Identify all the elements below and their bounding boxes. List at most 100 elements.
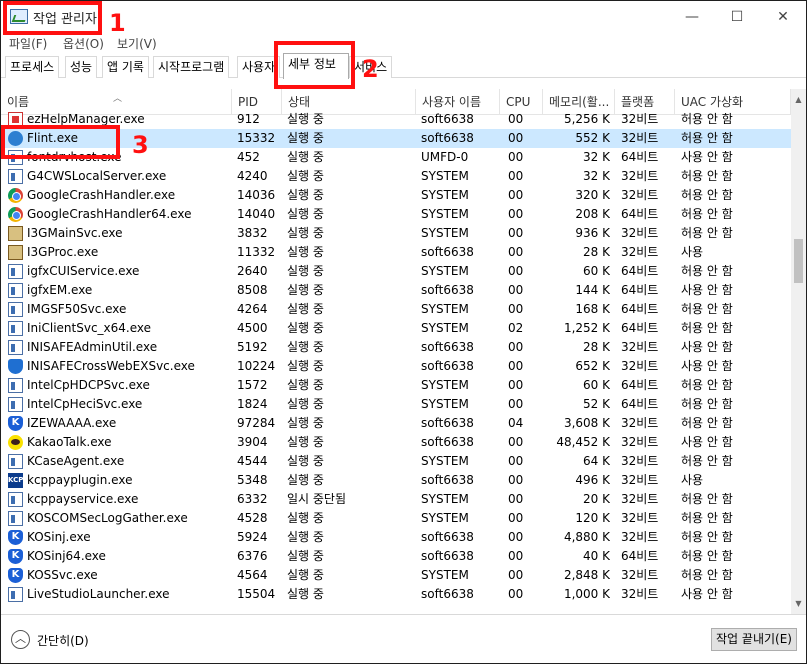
- cell-pid: 97284: [237, 416, 276, 430]
- tab-processes[interactable]: 프로세스: [5, 56, 60, 78]
- cell-cpu: 00: [508, 511, 524, 525]
- vertical-scrollbar[interactable]: ▲ ▼: [791, 89, 806, 614]
- cell-memory: 32 K: [583, 150, 610, 164]
- cell-cpu: 00: [508, 302, 524, 316]
- table-row[interactable]: KCP kcppayplugin.exe 5348 실행 중 soft6638 00 496…: [1, 471, 791, 490]
- cell-pid: 5348: [237, 473, 268, 487]
- cell-name: IntelCpHeciSvc.exe: [27, 397, 143, 411]
- cell-cpu: 00: [508, 492, 524, 506]
- cell-memory: 1,000 K: [563, 587, 610, 601]
- table-row[interactable]: I3GProc.exe 11332 실행 중 soft6638 00 28 K 32비트 사용: [1, 243, 791, 262]
- table-row[interactable]: KOSCOMSecLogGather.exe 4528 실행 중 SYSTEM 00 12…: [1, 509, 791, 528]
- menu-view[interactable]: 보기(V): [117, 35, 157, 52]
- cell-uac: 허용 안 함: [681, 131, 733, 145]
- cell-cpu: 00: [508, 340, 524, 354]
- cell-memory: 144 K: [575, 283, 610, 297]
- table-row[interactable]: G4CWSLocalServer.exe 4240 실행 중 SYSTEM 00 32 K…: [1, 167, 791, 186]
- menu-options[interactable]: 옵션(O): [63, 35, 104, 52]
- collapse-chevron-icon[interactable]: ︿: [11, 630, 30, 649]
- cell-uac: 사용: [681, 473, 704, 487]
- table-row[interactable]: igfxEM.exe 8508 실행 중 soft6638 00 144 K 64비트 사용 …: [1, 281, 791, 300]
- cell-memory: 320 K: [575, 188, 610, 202]
- cell-uac: 사용: [681, 245, 704, 259]
- cell-memory: 4,880 K: [563, 530, 610, 544]
- end-task-button[interactable]: 작업 끝내기(E): [711, 628, 797, 651]
- table-row[interactable]: IMGSF50Svc.exe 4264 실행 중 SYSTEM 00 168 K 64비트 허…: [1, 300, 791, 319]
- scroll-up-icon[interactable]: ▲: [791, 92, 806, 107]
- cell-pid: 3832: [237, 226, 268, 240]
- table-row[interactable]: IniClientSvc_x64.exe 4500 실행 중 SYSTEM 02 1,25…: [1, 319, 791, 338]
- cell-platform: 32비트: [621, 473, 659, 487]
- table-row[interactable]: K KOSinj.exe 5924 실행 중 soft6638 00 4,880 K 32비트…: [1, 528, 791, 547]
- cell-name: GoogleCrashHandler64.exe: [27, 207, 192, 221]
- exe-icon: [8, 169, 23, 184]
- collapse-details-link[interactable]: 간단히(D): [37, 632, 89, 649]
- cell-cpu: 00: [508, 530, 524, 544]
- scroll-thumb[interactable]: [794, 239, 803, 283]
- cell-platform: 32비트: [621, 188, 659, 202]
- cell-user: soft6638: [421, 549, 474, 563]
- cell-uac: 허용 안 함: [681, 302, 733, 316]
- cell-user: UMFD-0: [421, 150, 469, 164]
- table-row[interactable]: kcppayservice.exe 6332 일시 중단됨 SYSTEM 00 20 K 3…: [1, 490, 791, 509]
- cell-platform: 64비트: [621, 302, 659, 316]
- cell-cpu: 00: [508, 245, 524, 259]
- cell-uac: 사용 안 함: [681, 340, 733, 354]
- table-row[interactable]: KakaoTalk.exe 3904 실행 중 soft6638 00 48,452 K 3…: [1, 433, 791, 452]
- table-row[interactable]: KCaseAgent.exe 4544 실행 중 SYSTEM 00 64 K 32비트 허용…: [1, 452, 791, 471]
- maximize-button[interactable]: ☐: [714, 1, 760, 33]
- cell-cpu: 00: [508, 188, 524, 202]
- table-row[interactable]: K IZEWAAAA.exe 97284 실행 중 soft6638 04 3,608 K 3…: [1, 414, 791, 433]
- cell-name: KakaoTalk.exe: [27, 435, 112, 449]
- cell-cpu: 00: [508, 568, 524, 582]
- cell-status: 실행 중: [287, 359, 324, 373]
- cell-pid: 5192: [237, 340, 268, 354]
- cell-name: KOSCOMSecLogGather.exe: [27, 511, 188, 525]
- table-row[interactable]: INISAFECrossWebEXSvc.exe 10224 실행 중 soft663…: [1, 357, 791, 376]
- cell-uac: 허용 안 함: [681, 549, 733, 563]
- cell-memory: 3,608 K: [563, 416, 610, 430]
- table-row[interactable]: K KOSSvc.exe 4564 실행 중 SYSTEM 00 2,848 K 32비트 허용…: [1, 566, 791, 585]
- tab-startup[interactable]: 시작프로그램: [153, 56, 230, 78]
- cell-memory: 64 K: [583, 454, 610, 468]
- cell-platform: 32비트: [621, 340, 659, 354]
- cell-cpu: 00: [508, 112, 524, 126]
- annotation-number-1: 1: [109, 9, 126, 37]
- table-row[interactable]: igfxCUIService.exe 2640 실행 중 SYSTEM 00 60 K 64…: [1, 262, 791, 281]
- table-row[interactable]: GoogleCrashHandler.exe 14036 실행 중 SYSTEM 00 3…: [1, 186, 791, 205]
- intel-icon: [8, 283, 23, 298]
- cell-platform: 64비트: [621, 150, 659, 164]
- cell-user: SYSTEM: [421, 226, 469, 240]
- cell-platform: 32비트: [621, 416, 659, 430]
- tab-strip: 프로세스 성능 앱 기록 시작프로그램 사용자 세부 정보 서비스: [1, 53, 806, 79]
- cell-platform: 32비트: [621, 530, 659, 544]
- cell-memory: 1,252 K: [563, 321, 610, 335]
- tab-details[interactable]: 세부 정보: [283, 53, 349, 79]
- cell-pid: 3904: [237, 435, 268, 449]
- table-row[interactable]: INISAFEAdminUtil.exe 5192 실행 중 soft6638 00 28…: [1, 338, 791, 357]
- cell-status: 실행 중: [287, 549, 324, 563]
- table-row[interactable]: K KOSinj64.exe 6376 실행 중 soft6638 00 40 K 64비트 허…: [1, 547, 791, 566]
- table-row[interactable]: IntelCpHDCPSvc.exe 1572 실행 중 SYSTEM 00 60 K 64…: [1, 376, 791, 395]
- table-row[interactable]: GoogleCrashHandler64.exe 14040 실행 중 SYSTEM 0…: [1, 205, 791, 224]
- kakao-icon: [8, 435, 23, 450]
- tab-performance[interactable]: 성능: [65, 56, 98, 78]
- tab-app-history[interactable]: 앱 기록: [102, 56, 149, 78]
- cell-uac: 허용 안 함: [681, 378, 733, 392]
- cell-platform: 32비트: [621, 511, 659, 525]
- cell-uac: 사용 안 함: [681, 359, 733, 373]
- table-row[interactable]: LiveStudioLauncher.exe 15504 실행 중 soft6638 0…: [1, 585, 791, 604]
- exe-icon: [8, 378, 23, 393]
- cell-status: 실행 중: [287, 397, 324, 411]
- cell-uac: 허용 안 함: [681, 397, 733, 411]
- close-button[interactable]: ✕: [760, 1, 806, 33]
- scroll-down-icon[interactable]: ▼: [791, 596, 806, 611]
- minimize-button[interactable]: —: [669, 1, 715, 33]
- menu-file[interactable]: 파일(F): [9, 35, 47, 52]
- cell-name: kcppayplugin.exe: [27, 473, 133, 487]
- exe-icon: [8, 397, 23, 412]
- table-row[interactable]: I3GMainSvc.exe 3832 실행 중 SYSTEM 00 936 K 32비트 허…: [1, 224, 791, 243]
- cell-memory: 20 K: [583, 492, 610, 506]
- table-row[interactable]: IntelCpHeciSvc.exe 1824 실행 중 SYSTEM 00 52 K 64…: [1, 395, 791, 414]
- cell-memory: 60 K: [583, 264, 610, 278]
